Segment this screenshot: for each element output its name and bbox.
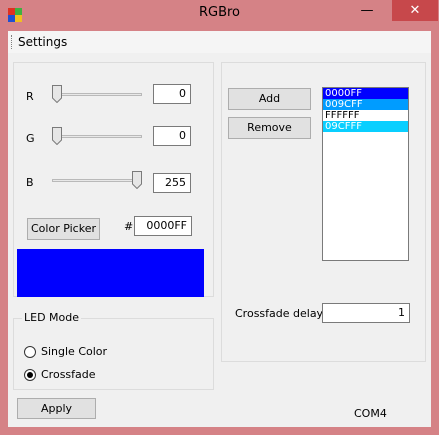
color-list-item[interactable]: 009CFF bbox=[323, 99, 408, 110]
single-color-radio[interactable] bbox=[24, 346, 36, 358]
color-list-item[interactable]: FFFFFF bbox=[323, 110, 408, 121]
g-value-field[interactable]: 0 bbox=[153, 126, 191, 146]
minimize-button[interactable]: — bbox=[354, 0, 380, 21]
r-label: R bbox=[26, 90, 34, 103]
color-picker-button[interactable]: Color Picker bbox=[27, 218, 100, 240]
r-slider-track bbox=[52, 93, 142, 96]
app-window: RGBro — ✕ Settings R 0 G 0 B 255 Color P… bbox=[0, 0, 439, 435]
menu-item-settings[interactable]: Settings bbox=[18, 35, 67, 49]
menu-grip-icon[interactable] bbox=[11, 35, 14, 49]
led-mode-group: LED Mode Single Color Crossfade bbox=[13, 311, 214, 390]
color-list-item[interactable]: 0000FF bbox=[323, 88, 408, 99]
b-label: B bbox=[26, 176, 34, 189]
r-slider[interactable] bbox=[52, 85, 142, 105]
single-color-label[interactable]: Single Color bbox=[41, 345, 107, 358]
led-mode-title: LED Mode bbox=[22, 311, 82, 324]
hex-field[interactable]: 0000FF bbox=[134, 216, 192, 236]
b-slider-track bbox=[52, 179, 142, 182]
crossfade-radio-dot bbox=[27, 372, 33, 378]
remove-button[interactable]: Remove bbox=[228, 117, 311, 139]
b-slider-thumb[interactable] bbox=[132, 171, 142, 190]
color-panel: R 0 G 0 B 255 Color Picker # 0000FF bbox=[13, 62, 214, 297]
menu-bar: Settings bbox=[8, 31, 431, 53]
color-list-item[interactable]: 09CFFF bbox=[323, 121, 408, 132]
g-slider[interactable] bbox=[52, 127, 142, 147]
color-list[interactable]: 0000FF 009CFF FFFFFF 09CFFF bbox=[322, 87, 409, 261]
close-button[interactable]: ✕ bbox=[392, 0, 438, 21]
crossfade-radio[interactable] bbox=[24, 369, 36, 381]
r-value-field[interactable]: 0 bbox=[153, 84, 191, 104]
list-panel: Add Remove 0000FF 009CFF FFFFFF 09CFFF Cros… bbox=[221, 62, 426, 362]
b-slider[interactable] bbox=[52, 171, 142, 191]
b-value-field[interactable]: 255 bbox=[153, 173, 191, 193]
color-preview bbox=[17, 249, 204, 297]
g-slider-track bbox=[52, 135, 142, 138]
crossfade-delay-field[interactable]: 1 bbox=[322, 303, 410, 323]
hex-hash-label: # bbox=[124, 220, 134, 233]
crossfade-delay-label: Crossfade delay bbox=[235, 307, 324, 320]
add-button[interactable]: Add bbox=[228, 88, 311, 110]
r-slider-thumb[interactable] bbox=[52, 85, 62, 104]
g-slider-thumb[interactable] bbox=[52, 127, 62, 146]
port-label: COM4 bbox=[354, 407, 387, 420]
client-area: Settings R 0 G 0 B 255 Color Picker # 00… bbox=[8, 31, 431, 427]
g-label: G bbox=[26, 132, 35, 145]
title-bar[interactable]: RGBro — ✕ bbox=[0, 0, 439, 30]
crossfade-radio-label[interactable]: Crossfade bbox=[41, 368, 96, 381]
color-list-items: 0000FF 009CFF FFFFFF 09CFFF bbox=[323, 88, 408, 132]
apply-button[interactable]: Apply bbox=[17, 398, 96, 419]
